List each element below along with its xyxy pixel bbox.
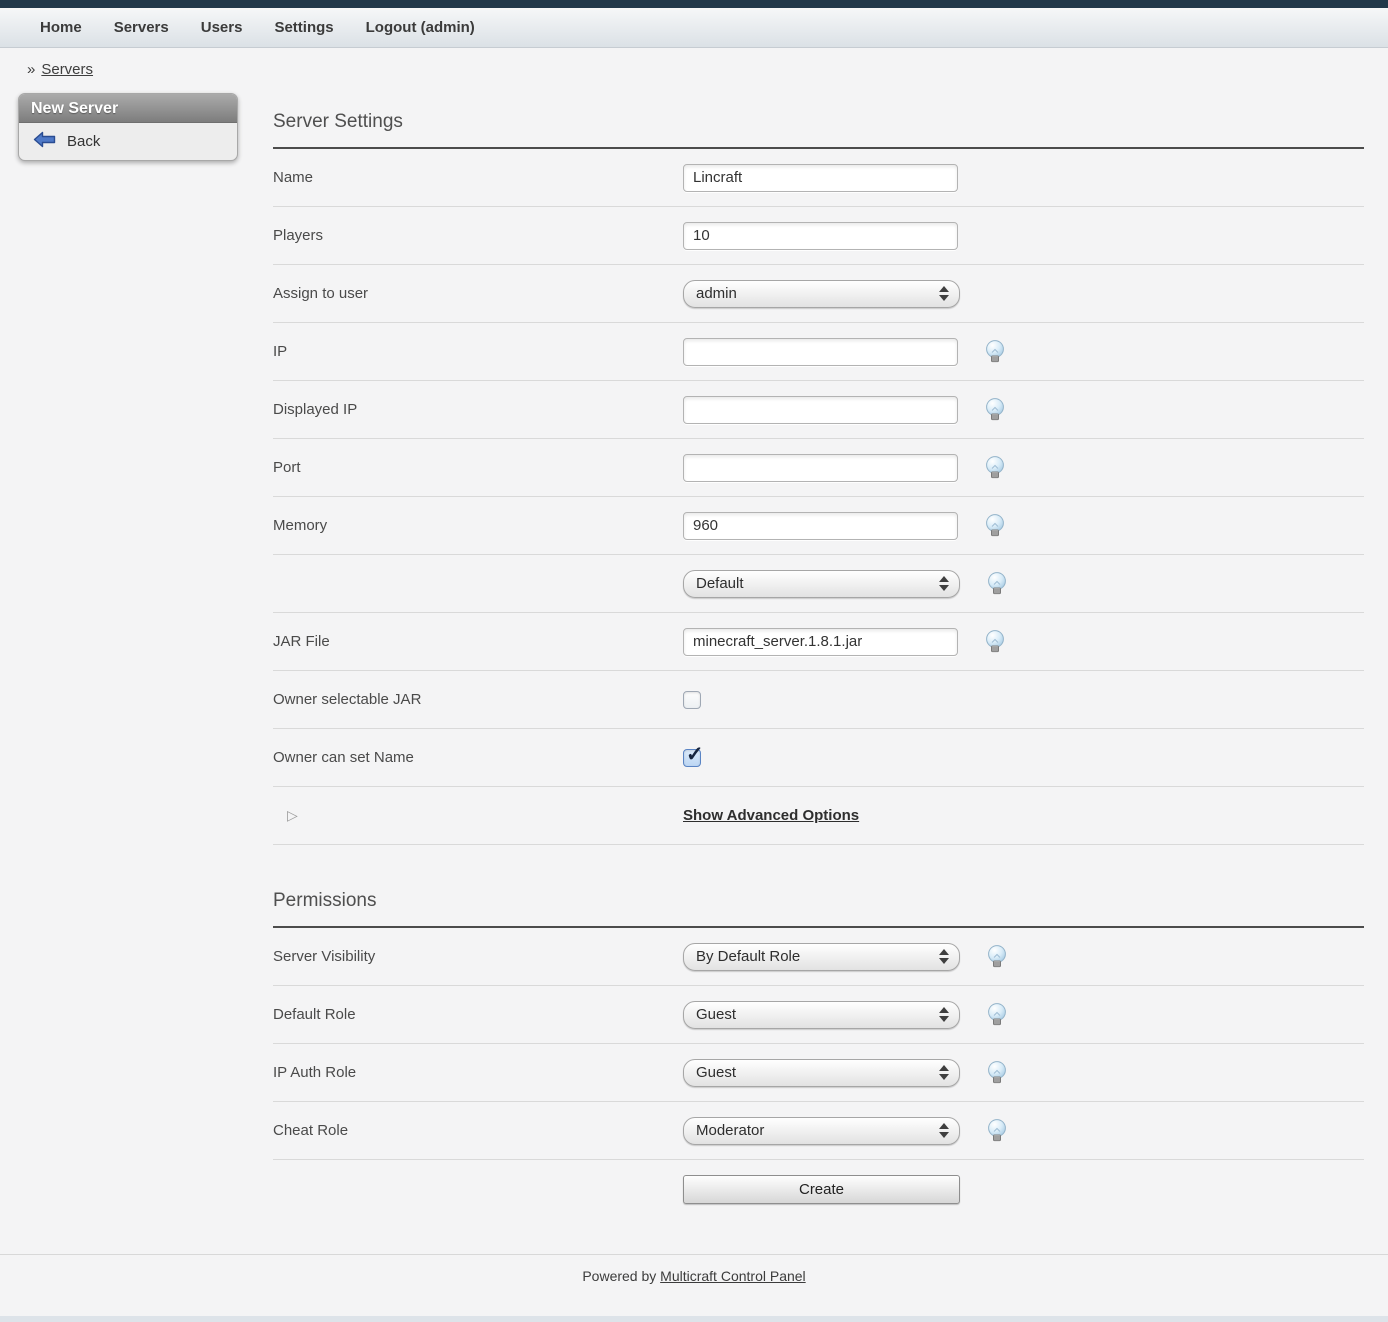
row-default-role: Default Role Guest bbox=[273, 986, 1364, 1044]
default-role-select[interactable]: Guest bbox=[683, 1001, 960, 1029]
displayed-ip-input[interactable] bbox=[683, 396, 958, 424]
main-navbar: Home Servers Users Settings Logout (admi… bbox=[0, 8, 1388, 48]
jar-file-input[interactable] bbox=[683, 628, 958, 656]
select-arrows-icon bbox=[939, 286, 949, 301]
back-arrow-icon bbox=[33, 131, 56, 152]
footer-text: Powered by bbox=[582, 1268, 660, 1284]
row-cheat-role: Cheat Role Moderator bbox=[273, 1102, 1364, 1160]
row-ip-auth-role: IP Auth Role Guest bbox=[273, 1044, 1364, 1102]
row-owner-can-set-name: Owner can set Name bbox=[273, 729, 1364, 787]
back-label: Back bbox=[67, 133, 100, 150]
assign-to-user-select[interactable]: admin bbox=[683, 280, 960, 308]
row-players: Players bbox=[273, 207, 1364, 265]
default-role-label: Default Role bbox=[273, 1006, 683, 1023]
displayed-ip-hint-bulb-icon[interactable] bbox=[985, 398, 1005, 421]
row-owner-selectable-jar: Owner selectable JAR bbox=[273, 671, 1364, 729]
memory-label: Memory bbox=[273, 517, 683, 534]
memory-profile-select[interactable]: Default bbox=[683, 570, 960, 598]
owner-selectable-jar-checkbox[interactable] bbox=[683, 691, 701, 709]
server-settings-heading: Server Settings bbox=[273, 111, 1364, 133]
row-port: Port bbox=[273, 439, 1364, 497]
jar-file-hint-bulb-icon[interactable] bbox=[985, 630, 1005, 653]
server-visibility-select[interactable]: By Default Role bbox=[683, 943, 960, 971]
select-arrows-icon bbox=[939, 1007, 949, 1022]
players-label: Players bbox=[273, 227, 683, 244]
breadcrumb-marker: » bbox=[27, 61, 35, 78]
nav-item-logout[interactable]: Logout (admin) bbox=[366, 19, 475, 36]
players-input[interactable] bbox=[683, 222, 958, 250]
port-label: Port bbox=[273, 459, 683, 476]
port-hint-bulb-icon[interactable] bbox=[985, 456, 1005, 479]
default-role-hint-bulb-icon[interactable] bbox=[987, 1003, 1007, 1026]
breadcrumb-servers-link[interactable]: Servers bbox=[41, 61, 93, 78]
cheat-role-label: Cheat Role bbox=[273, 1122, 683, 1139]
select-arrows-icon bbox=[939, 1123, 949, 1138]
new-server-panel: New Server Back bbox=[18, 93, 238, 161]
memory-hint-bulb-icon[interactable] bbox=[985, 514, 1005, 537]
row-assign-to-user: Assign to user admin bbox=[273, 265, 1364, 323]
select-arrows-icon bbox=[939, 576, 949, 591]
ip-auth-role-label: IP Auth Role bbox=[273, 1064, 683, 1081]
nav-item-servers[interactable]: Servers bbox=[114, 19, 169, 36]
row-advanced-options: ▷ Show Advanced Options bbox=[273, 787, 1364, 845]
displayed-ip-label: Displayed IP bbox=[273, 401, 683, 418]
name-input[interactable] bbox=[683, 164, 958, 192]
port-input[interactable] bbox=[683, 454, 958, 482]
ip-auth-role-value: Guest bbox=[696, 1064, 939, 1081]
assign-to-user-label: Assign to user bbox=[273, 285, 683, 302]
select-arrows-icon bbox=[939, 949, 949, 964]
bottom-strip bbox=[0, 1316, 1388, 1322]
ip-hint-bulb-icon[interactable] bbox=[985, 340, 1005, 363]
footer: Powered by Multicraft Control Panel bbox=[0, 1255, 1388, 1284]
form-area: Server Settings Name Players Assign to u… bbox=[273, 87, 1364, 1218]
nav-item-users[interactable]: Users bbox=[201, 19, 243, 36]
memory-input[interactable] bbox=[683, 512, 958, 540]
row-create: Create bbox=[273, 1160, 1364, 1218]
name-label: Name bbox=[273, 169, 683, 186]
row-memory: Memory bbox=[273, 497, 1364, 555]
ip-input[interactable] bbox=[683, 338, 958, 366]
page: Home Servers Users Settings Logout (admi… bbox=[0, 0, 1388, 1322]
panel-title: New Server bbox=[19, 94, 237, 123]
nav-item-home[interactable]: Home bbox=[40, 19, 82, 36]
multicraft-link[interactable]: Multicraft Control Panel bbox=[660, 1268, 806, 1284]
owner-can-set-name-checkbox[interactable] bbox=[683, 749, 701, 767]
ip-auth-role-select[interactable]: Guest bbox=[683, 1059, 960, 1087]
owner-can-set-name-label: Owner can set Name bbox=[273, 749, 683, 766]
nav-list: Home Servers Users Settings Logout (admi… bbox=[0, 19, 475, 36]
nav-item-settings[interactable]: Settings bbox=[274, 19, 333, 36]
memory-profile-value: Default bbox=[696, 575, 939, 592]
owner-selectable-jar-label: Owner selectable JAR bbox=[273, 691, 683, 708]
assign-to-user-value: admin bbox=[696, 285, 939, 302]
advanced-toggle-triangle-icon[interactable]: ▷ bbox=[287, 807, 298, 823]
permissions-heading: Permissions bbox=[273, 890, 1364, 912]
row-jar-file: JAR File bbox=[273, 613, 1364, 671]
row-name: Name bbox=[273, 149, 1364, 207]
row-displayed-ip: Displayed IP bbox=[273, 381, 1364, 439]
default-role-value: Guest bbox=[696, 1006, 939, 1023]
ip-label: IP bbox=[273, 343, 683, 360]
memory-profile-hint-bulb-icon[interactable] bbox=[987, 572, 1007, 595]
back-button[interactable]: Back bbox=[19, 123, 237, 160]
row-ip: IP bbox=[273, 323, 1364, 381]
server-visibility-value: By Default Role bbox=[696, 948, 939, 965]
ip-auth-role-hint-bulb-icon[interactable] bbox=[987, 1061, 1007, 1084]
cheat-role-hint-bulb-icon[interactable] bbox=[987, 1119, 1007, 1142]
server-visibility-hint-bulb-icon[interactable] bbox=[987, 945, 1007, 968]
select-arrows-icon bbox=[939, 1065, 949, 1080]
cheat-role-select[interactable]: Moderator bbox=[683, 1117, 960, 1145]
row-memory-profile: Default bbox=[273, 555, 1364, 613]
top-strip bbox=[0, 0, 1388, 8]
cheat-role-value: Moderator bbox=[696, 1122, 939, 1139]
server-visibility-label: Server Visibility bbox=[273, 948, 683, 965]
create-button[interactable]: Create bbox=[683, 1175, 960, 1204]
breadcrumb: » Servers bbox=[27, 61, 1388, 78]
row-server-visibility: Server Visibility By Default Role bbox=[273, 928, 1364, 986]
jar-file-label: JAR File bbox=[273, 633, 683, 650]
show-advanced-options-link[interactable]: Show Advanced Options bbox=[683, 807, 859, 824]
